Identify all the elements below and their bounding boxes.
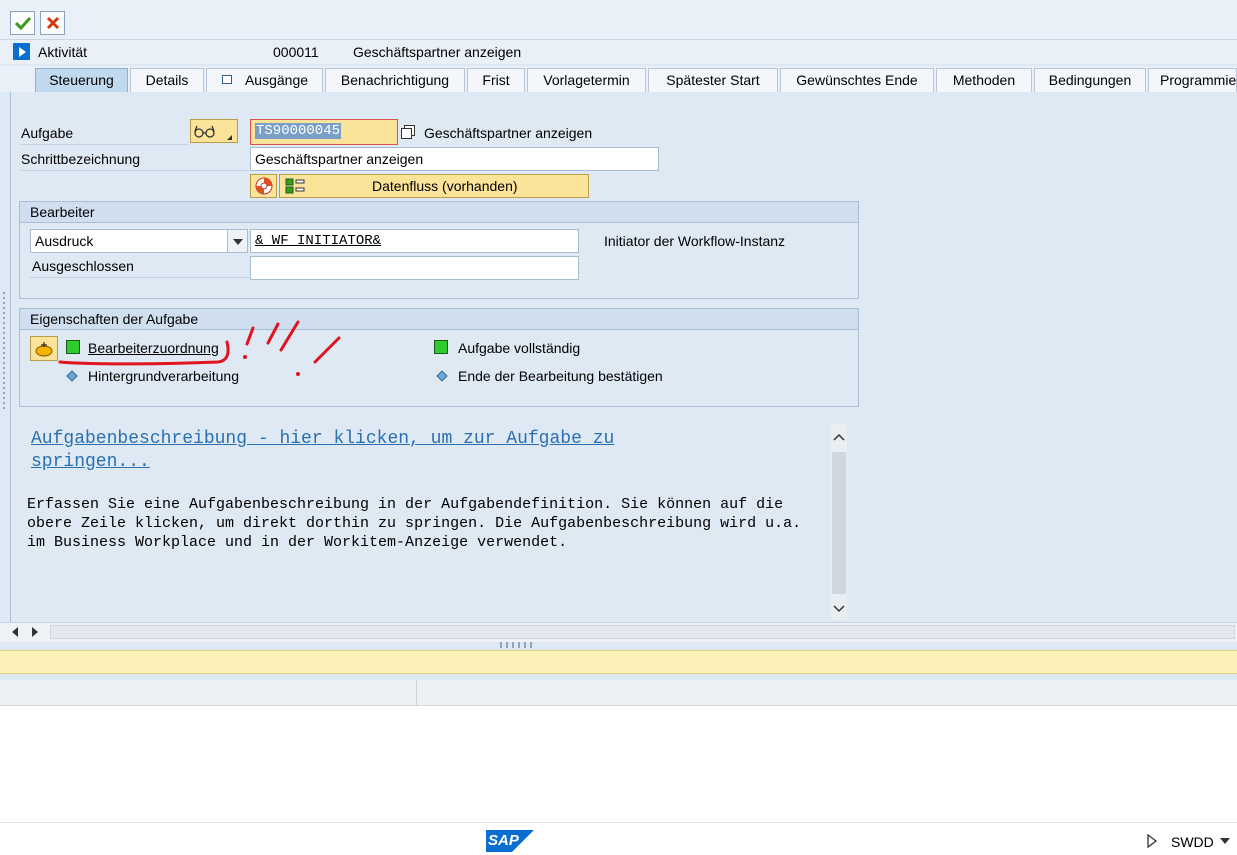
dropdown-corner-icon — [227, 135, 232, 140]
dataflow-label: Datenfluss (vorhanden) — [372, 178, 518, 194]
agent-expression-input[interactable]: &_WF_INITIATOR& — [250, 229, 579, 253]
agent-type-value: Ausdruck — [35, 233, 94, 249]
transaction-code: SWDD — [1171, 834, 1214, 850]
scroll-thumb[interactable] — [832, 452, 846, 594]
task-description-area: Aufgabenbeschreibung - hier klicken, um … — [20, 417, 831, 620]
scroll-down-icon[interactable] — [833, 604, 845, 614]
agent-group-title: Bearbeiter — [20, 202, 858, 223]
activity-label: Aktivität — [38, 44, 88, 60]
excluded-label-cell: Ausgeschlossen — [30, 255, 249, 278]
check-icon — [14, 16, 31, 30]
task-type-button[interactable] — [190, 119, 238, 143]
task-description-link[interactable]: Aufgabenbeschreibung - hier klicken, um … — [31, 428, 711, 474]
tab-frist[interactable]: Frist — [467, 68, 525, 92]
step-name-input[interactable]: Geschäftspartner anzeigen — [250, 147, 659, 171]
agent-type-select[interactable]: Ausdruck — [30, 229, 248, 253]
hscroll-thumb[interactable] — [50, 625, 1235, 639]
excluded-label: Ausgeschlossen — [32, 258, 134, 274]
agent-expression-value: &_WF_INITIATOR& — [255, 233, 382, 249]
description-vertical-scrollbar[interactable] — [831, 424, 847, 620]
outputs-icon — [222, 75, 232, 84]
confirm-button[interactable] — [10, 11, 35, 35]
horizontal-scrollbar[interactable] — [0, 622, 1237, 642]
task-complete-status-icon — [434, 340, 448, 354]
copy-icon[interactable] — [401, 125, 415, 139]
tab-vorlagetermin[interactable]: Vorlagetermin — [527, 68, 646, 92]
tab-benachrichtigung[interactable]: Benachrichtigung — [325, 68, 465, 92]
task-description-text: Erfassen Sie eine Aufgabenbeschreibung i… — [27, 496, 811, 551]
task-id-field[interactable]: TS90000045 — [250, 119, 398, 145]
status-bar — [0, 650, 1237, 674]
glasses-icon — [194, 125, 215, 138]
tab-methoden[interactable]: Methoden — [936, 68, 1032, 92]
tab-details[interactable]: Details — [130, 68, 204, 92]
tab-gewuenschtes-ende[interactable]: Gewünschtes Ende — [780, 68, 934, 92]
confirm-end-icon — [436, 370, 448, 382]
application-toolbar — [0, 0, 1237, 40]
scroll-left-icon[interactable] — [10, 626, 20, 638]
agent-group: Bearbeiter Ausdruck &_WF_INITIATOR& Init… — [19, 201, 859, 299]
tab-bedingungen[interactable]: Bedingungen — [1034, 68, 1146, 92]
step-label-cell: Schrittbezeichnung — [21, 148, 249, 171]
excluded-input[interactable] — [250, 256, 579, 280]
agent-expression-description: Initiator der Workflow-Instanz — [604, 233, 786, 249]
activity-number: 000011 — [273, 44, 319, 60]
step-label: Schrittbezeichnung — [21, 151, 141, 167]
activity-title: Geschäftspartner anzeigen — [353, 44, 522, 60]
tab-spaetester-start[interactable]: Spätester Start — [648, 68, 778, 92]
resize-grip[interactable] — [500, 642, 536, 648]
play-outline-icon[interactable] — [1147, 834, 1157, 848]
cancel-icon — [46, 16, 59, 30]
confirm-end-label: Ende der Bearbeitung bestätigen — [458, 368, 663, 384]
tab-ausgaenge[interactable]: Ausgänge — [206, 68, 323, 92]
scroll-up-icon[interactable] — [833, 432, 845, 442]
cancel-button[interactable] — [40, 11, 65, 35]
task-label-cell: Aufgabe — [21, 122, 189, 145]
lifebuoy-icon — [255, 177, 272, 195]
tab-programmierung[interactable]: Programmie — [1148, 68, 1237, 92]
binding-button[interactable] — [250, 174, 277, 198]
tab-strip: Steuerung Details Ausgänge Benachrichtig… — [0, 66, 1237, 92]
chevron-down-icon[interactable] — [1219, 837, 1231, 845]
lower-pane-header — [0, 680, 1237, 706]
agent-pot-icon — [35, 341, 53, 356]
activity-header: Aktivität 000011 Geschäftspartner anzeig… — [0, 40, 1237, 64]
task-id-value: TS90000045 — [255, 123, 342, 139]
dataflow-icon — [285, 178, 305, 194]
chevron-down-icon[interactable] — [227, 230, 247, 252]
splitter-handle[interactable] — [1, 292, 7, 412]
tab-ausgaenge-label: Ausgänge — [244, 72, 309, 88]
dataflow-button[interactable]: Datenfluss (vorhanden) — [279, 174, 589, 198]
sap-logo: SAP — [486, 830, 534, 852]
red-annotation — [58, 320, 341, 376]
scroll-right-icon[interactable] — [30, 626, 40, 638]
footer-bar: SAP SWDD — [0, 822, 1237, 855]
lower-pane — [0, 680, 1237, 822]
task-label: Aufgabe — [21, 125, 74, 141]
task-complete-label: Aufgabe vollständig — [458, 340, 581, 356]
agent-assignment-button[interactable] — [30, 336, 58, 361]
activity-play-icon — [13, 43, 30, 60]
tab-steuerung[interactable]: Steuerung — [35, 68, 128, 92]
task-description: Geschäftspartner anzeigen — [424, 125, 593, 141]
